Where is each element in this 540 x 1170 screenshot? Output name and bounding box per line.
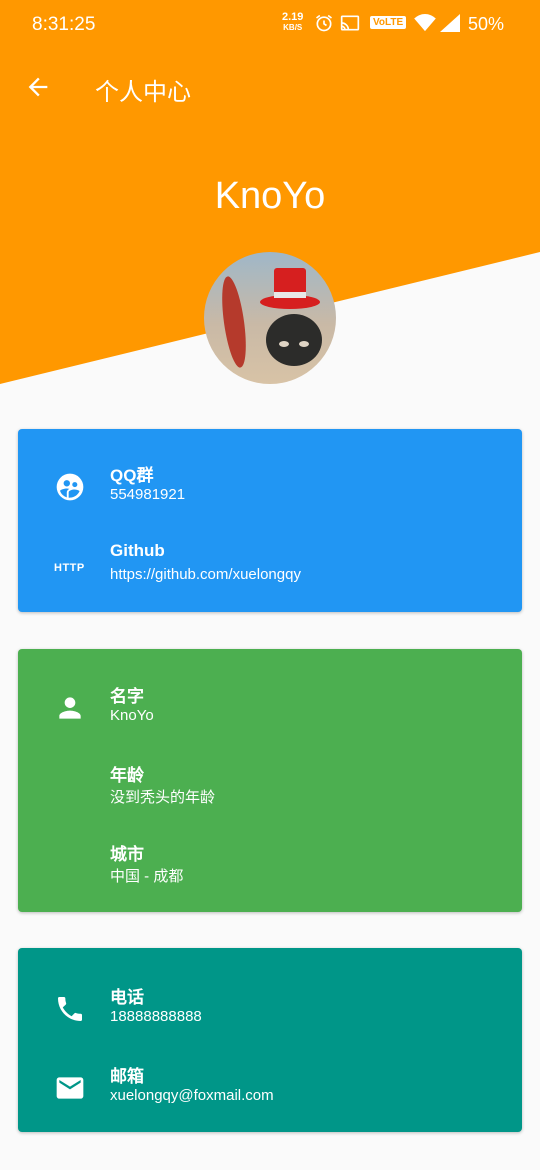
github-title: Github: [110, 541, 165, 560]
phone-value: 18888888888: [110, 1008, 202, 1025]
wifi-icon: [414, 14, 436, 32]
http-icon: HTTP: [54, 562, 85, 574]
page-title: 个人中心: [95, 79, 191, 106]
list-item-email[interactable]: 邮箱 xuelongqy@foxmail.com: [18, 1062, 522, 1122]
signal-icon: [440, 14, 460, 32]
age-title: 年龄: [110, 766, 144, 785]
avatar-image: [204, 252, 336, 384]
email-title: 邮箱: [110, 1067, 144, 1086]
battery-level: 50%: [468, 14, 505, 34]
phone-title: 电话: [110, 988, 144, 1007]
person-icon: [59, 697, 81, 719]
list-item-city[interactable]: 城市 中国 - 成都: [18, 840, 522, 900]
speed-value: 2.19: [282, 11, 304, 23]
personal-info-card: 名字 KnoYo 年龄 没到秃头的年龄 城市 中国 - 成都: [18, 649, 522, 912]
list-item-qq-group[interactable]: QQ群 554981921: [18, 461, 522, 521]
contact-card: 电话 18888888888 邮箱 xuelongqy@foxmail.com: [18, 948, 522, 1132]
list-item-github[interactable]: HTTP Github https://github.com/xuelongqy: [18, 541, 522, 601]
cast-icon: [340, 15, 360, 31]
qq-group-title: QQ群: [110, 466, 154, 485]
back-arrow-icon[interactable]: [24, 73, 52, 101]
age-value: 没到秃头的年龄: [110, 789, 216, 806]
profile-name: KnoYo: [214, 175, 326, 217]
list-item-phone[interactable]: 电话 18888888888: [18, 983, 522, 1043]
avatar[interactable]: [204, 252, 336, 384]
list-item-name[interactable]: 名字 KnoYo: [18, 682, 522, 742]
volte-badge: VoLTE: [370, 16, 407, 29]
network-speed: 2.19 KB/S: [282, 12, 303, 33]
app-bar: 个人中心: [0, 58, 540, 114]
qq-group-value: 554981921: [110, 486, 186, 503]
name-value: KnoYo: [110, 707, 154, 724]
status-time: 8:31:25: [32, 14, 96, 35]
name-title: 名字: [110, 687, 144, 706]
github-url: https://github.com/xuelongqy: [110, 566, 301, 583]
contact-group-card: QQ群 554981921 HTTP Github https://github…: [18, 429, 522, 612]
group-icon: [56, 473, 84, 501]
email-icon: [56, 1077, 84, 1099]
speed-unit: KB/S: [283, 23, 303, 32]
status-bar: 8:31:25 2.19 KB/S VoLTE 50%: [0, 0, 540, 50]
phone-icon: [58, 997, 82, 1021]
alarm-icon: [316, 14, 332, 32]
city-title: 城市: [110, 845, 144, 864]
email-value: xuelongqy@foxmail.com: [110, 1087, 274, 1104]
city-value: 中国 - 成都: [110, 868, 184, 885]
list-item-age[interactable]: 年龄 没到秃头的年龄: [18, 761, 522, 821]
